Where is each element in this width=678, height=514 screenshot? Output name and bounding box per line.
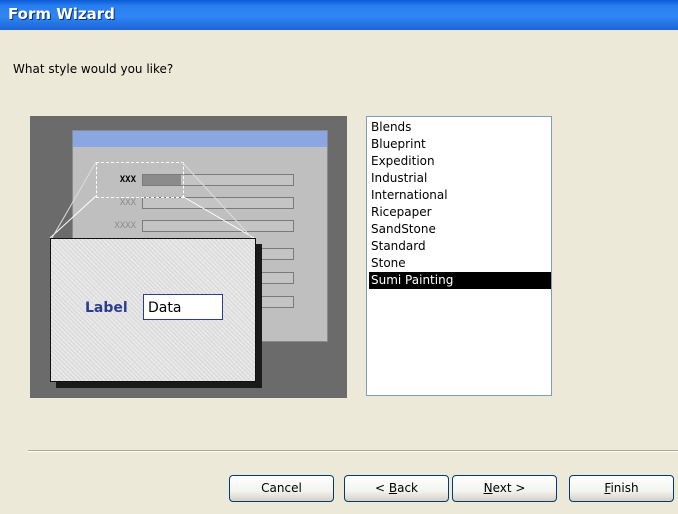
style-item[interactable]: International: [369, 187, 551, 204]
back-accesskey: B: [388, 481, 398, 495]
style-item[interactable]: Stone: [369, 255, 551, 272]
style-item-selected[interactable]: Sumi Painting: [369, 272, 551, 289]
back-label: ack: [397, 481, 418, 495]
cancel-button[interactable]: Cancel: [229, 475, 334, 502]
style-item[interactable]: SandStone: [369, 221, 551, 238]
next-label: ext >: [492, 481, 526, 495]
finish-label: inish: [610, 481, 639, 495]
style-item[interactable]: Expedition: [369, 153, 551, 170]
style-item[interactable]: Standard: [369, 238, 551, 255]
next-button[interactable]: Next >: [452, 475, 557, 502]
sample-label: Label: [85, 300, 128, 316]
style-item[interactable]: Ricepaper: [369, 204, 551, 221]
style-item[interactable]: Blends: [369, 119, 551, 136]
style-item[interactable]: Industrial: [369, 170, 551, 187]
back-prefix: <: [374, 481, 389, 495]
sample-data-field: Data: [143, 294, 223, 320]
finish-button[interactable]: Finish: [569, 475, 674, 502]
style-list[interactable]: Blends Blueprint Expedition Industrial I…: [366, 116, 552, 396]
next-accesskey: N: [483, 481, 493, 495]
style-item[interactable]: Blueprint: [369, 136, 551, 153]
back-button[interactable]: < Back: [344, 475, 449, 502]
button-divider: [28, 450, 678, 452]
